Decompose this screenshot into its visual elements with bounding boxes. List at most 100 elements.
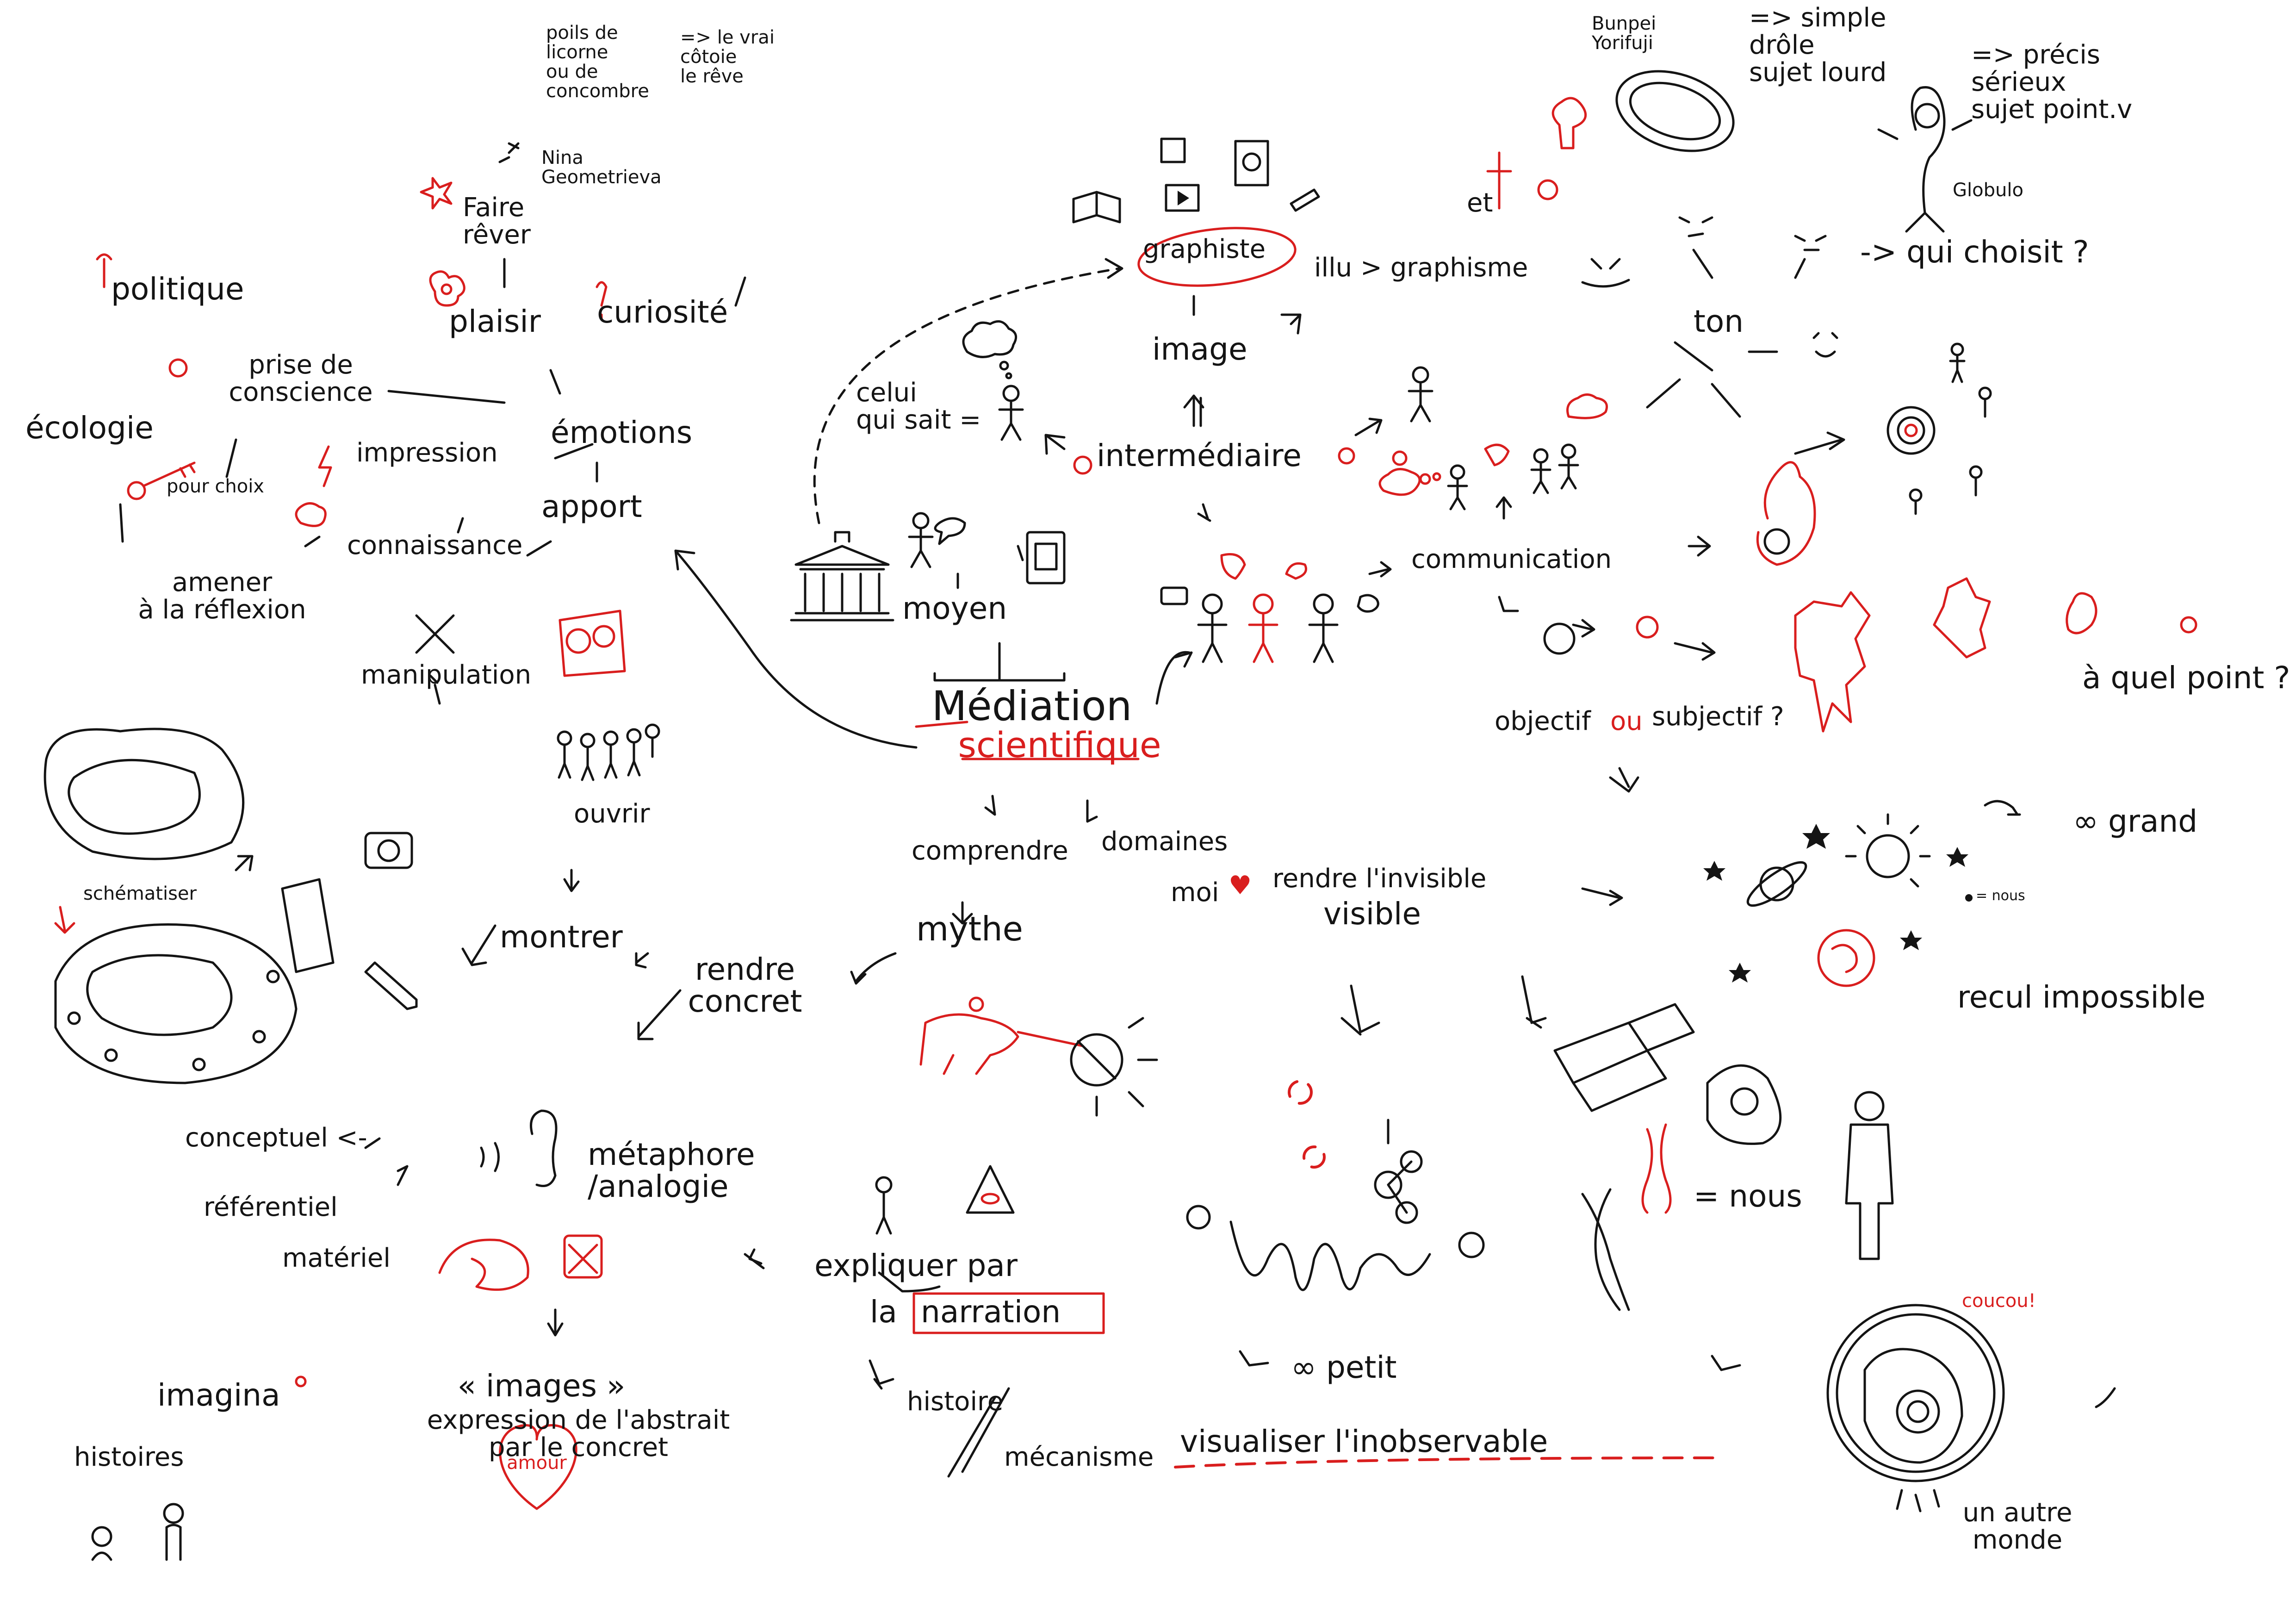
wave-icon (438, 1238, 529, 1291)
label-apport: apport (541, 489, 642, 524)
connector-figures (1155, 651, 1191, 705)
label-domaines: domaines (1101, 827, 1228, 857)
stick-figure-icon (1197, 593, 1339, 663)
document-icon (281, 878, 335, 973)
label-connaissance: connaissance (347, 530, 523, 560)
cell-stack-icon (1553, 1003, 1695, 1112)
pencil-icon (1290, 188, 1320, 212)
label-infini-petit: ∞ petit (1291, 1350, 1397, 1385)
label-histoires: histoires (74, 1442, 184, 1472)
label-illu: illu > graphisme (1314, 253, 1528, 283)
label-schematiser: schématiser (83, 883, 197, 904)
label-emotions: émotions (551, 415, 693, 450)
blob-icon (2066, 592, 2097, 635)
label-autre-monde: un autre monde (1962, 1498, 2073, 1555)
label-rendre-concret: rendre concret (688, 952, 802, 1020)
mushroom-cloud-icon (1551, 97, 1587, 149)
label-a-quel-point: à quel point ? (2082, 660, 2290, 696)
label-ton: ton (1694, 304, 1744, 339)
label-qui-choisit: -> qui choisit ? (1860, 234, 2089, 270)
label-amener: amener à la réflexion (138, 567, 306, 625)
label-plaisir: plaisir (449, 304, 541, 339)
play-icon (1165, 184, 1200, 212)
label-materiel: matériel (282, 1243, 391, 1273)
stick-figure-icon (998, 385, 1024, 441)
label-globulo: Globulo (1953, 180, 2023, 201)
label-simple: => simple drôle sujet lourd (1749, 3, 1887, 87)
sound-waves-icon (480, 1142, 500, 1172)
unicorn-rider-icon (919, 996, 1084, 1075)
stick-figure-icon (1909, 342, 1992, 515)
cell-icon (43, 728, 245, 860)
star-icon (1802, 824, 1830, 849)
label-egal-nous: = nous (1694, 1178, 1802, 1214)
human-silhouette-icon (1845, 1091, 1894, 1260)
label-politique: politique (111, 271, 244, 307)
label-ouvrir: ouvrir (574, 799, 650, 829)
title-line2: scientifique (958, 724, 1161, 765)
label-visible: visible (1323, 896, 1421, 932)
stick-figures-group (557, 723, 660, 781)
label-manipulation: manipulation (361, 660, 532, 690)
label-prise-conscience: prise de conscience (229, 350, 373, 407)
arrow-image (1183, 394, 1204, 427)
thought-cloud-icon (1566, 393, 1608, 419)
stick-figure-icon (1447, 443, 1579, 510)
label-faire-rever: Faire rêver (463, 193, 531, 250)
label-curiosite: curiosité (597, 294, 728, 330)
label-recul: recul impossible (1957, 979, 2206, 1015)
galaxy-icon (1817, 929, 1875, 987)
thought-cloud-icon (962, 320, 1018, 380)
label-image: image (1152, 331, 1247, 367)
globulo-creature-icon (1877, 86, 1973, 233)
label-subjectif: subjectif ? (1652, 702, 1784, 732)
label-visualiser: visualiser l'inobservable (1180, 1424, 1548, 1459)
label-impression: impression (356, 438, 498, 468)
cell-icon (1706, 1064, 1782, 1145)
pencil-icon (364, 961, 418, 1010)
speech-bubble-icon (1220, 553, 1246, 580)
circle-icon (1636, 616, 1659, 639)
connector-moyen (933, 642, 1066, 682)
stick-figure-icon (875, 1176, 893, 1235)
thermometer-icon (96, 253, 112, 288)
label-infini-grand: ∞ grand (2073, 803, 2198, 839)
label-ou: ou (1610, 706, 1643, 736)
label-graphiste: graphiste (1143, 234, 1266, 264)
monster-icon (1933, 577, 1991, 659)
wave-function-icon (1229, 1220, 1431, 1291)
drum-icon (563, 1234, 603, 1279)
label-objectif: objectif (1495, 706, 1591, 736)
label-precis: => précis sérieux sujet point.v (1971, 40, 2133, 124)
star-icon (420, 177, 453, 210)
label-celui: celui qui sait = (856, 378, 981, 435)
apple-icon (1537, 179, 1558, 200)
label-expression: expression de l'abstrait par le concret (427, 1405, 730, 1462)
label-moi: moi (1171, 877, 1219, 908)
photoshop-icon (1160, 137, 1186, 163)
label-imagina: imagina (157, 1377, 280, 1413)
ear-icon (530, 1109, 558, 1187)
label-amour: amour (507, 1452, 567, 1474)
speech-bubble-icon (934, 517, 966, 545)
label-mecanisme: mécanisme (1004, 1442, 1154, 1472)
label-intermediaire: intermédiaire (1097, 438, 1302, 473)
molecule-icon (1374, 1119, 1423, 1224)
label-ecologie: écologie (25, 410, 154, 446)
image-frame-icon (1234, 140, 1269, 187)
arrow-down-visible (1340, 984, 1380, 1036)
label-communication: communication (1411, 544, 1612, 574)
camera-icon (364, 832, 413, 869)
stick-figure-icon (908, 512, 934, 568)
label-poils: poils de licorne ou de concombre (546, 22, 649, 102)
label-mythe: mythe (916, 909, 1023, 948)
label-images: « images » (457, 1368, 626, 1404)
label-montrer: montrer (500, 919, 623, 955)
target-icon (1886, 406, 1936, 455)
heart-symbol: ♥ (1229, 871, 1252, 901)
planet-icon (1746, 861, 1807, 907)
label-expliquer: expliquer par (814, 1248, 1018, 1283)
label-moyen: moyen (902, 591, 1007, 626)
thought-cloud-icon (295, 502, 327, 527)
person-icon (163, 1503, 184, 1561)
